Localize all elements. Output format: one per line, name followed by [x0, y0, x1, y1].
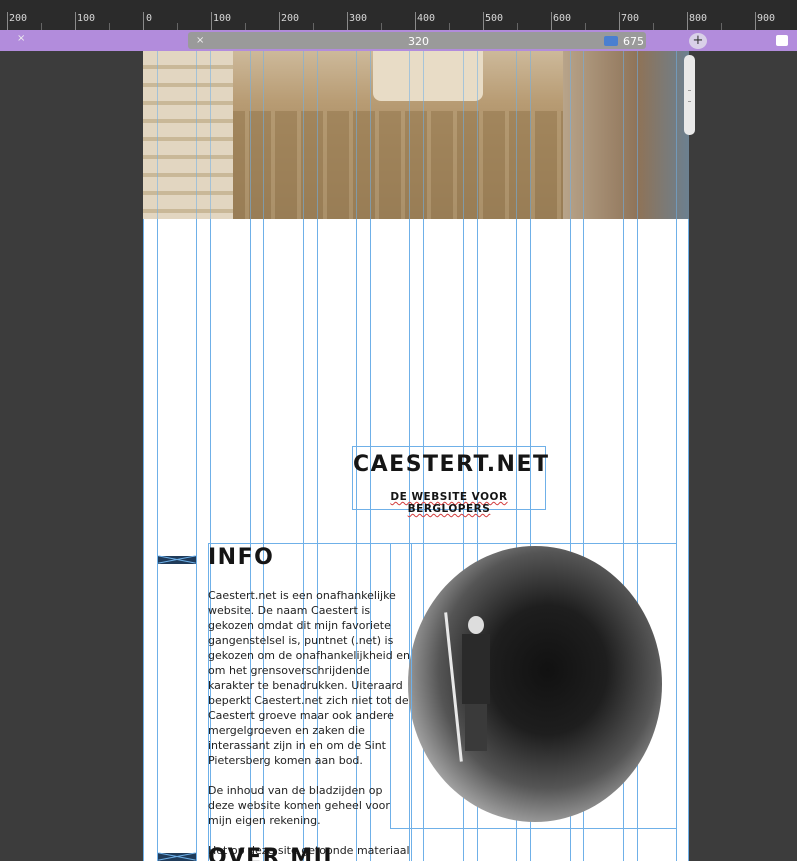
ruler-label: 900	[757, 13, 776, 24]
horizontal-ruler: 200 100 0 100 200 300 400 500 600 700 80…	[0, 0, 797, 30]
media-query-range[interactable]: × 320 675	[188, 32, 646, 49]
ruler-label: 500	[485, 13, 504, 24]
vertical-scrollbar[interactable]	[684, 55, 695, 135]
site-subtitle: DE WEBSITE VOOR BERGLOPERS	[390, 491, 508, 515]
ruler-label: 100	[213, 13, 232, 24]
site-header: CAESTERT.NET DE WEBSITE VOOR BERGLOPERS	[352, 446, 550, 515]
over-mij-title: OVER MIJ	[208, 845, 334, 861]
plus-circle-icon[interactable]: +	[689, 33, 707, 49]
breakpoint-handle-icon[interactable]	[776, 35, 788, 46]
media-query-bar[interactable]: × × 320 675	[0, 30, 797, 51]
grid-column-marker	[158, 853, 196, 861]
cave-explorer-photo	[408, 546, 662, 822]
ruler-label: 700	[621, 13, 640, 24]
info-title: INFO	[208, 545, 275, 570]
ruler-label: 400	[417, 13, 436, 24]
media-query-range-remove-button[interactable]: ×	[196, 35, 204, 46]
site-title: CAESTERT.NET	[353, 452, 550, 477]
breakpoint-marker-icon[interactable]	[604, 36, 618, 46]
ruler-label: 300	[349, 13, 368, 24]
media-query-remove-button[interactable]: ×	[17, 33, 25, 44]
page-canvas: CAESTERT.NET DE WEBSITE VOOR BERGLOPERS …	[143, 51, 689, 861]
ruler-label: 600	[553, 13, 572, 24]
explorer-figure	[444, 612, 496, 762]
ruler-label: 800	[689, 13, 708, 24]
media-query-max-width[interactable]: 675	[623, 35, 644, 48]
grid-column-marker	[158, 556, 196, 564]
media-query-min-width[interactable]: 320	[408, 35, 429, 48]
ruler-label: 100	[77, 13, 96, 24]
ruler-label: 200	[9, 13, 28, 24]
hero-image	[143, 51, 689, 219]
info-paragraph: De inhoud van de bladzijden op deze webs…	[208, 784, 390, 827]
ruler-label: 0	[146, 13, 153, 24]
info-text: Caestert.net is een onafhankelijke websi…	[208, 588, 412, 861]
info-paragraph: Caestert.net is een onafhankelijke websi…	[208, 589, 410, 767]
ruler-label: 200	[281, 13, 300, 24]
